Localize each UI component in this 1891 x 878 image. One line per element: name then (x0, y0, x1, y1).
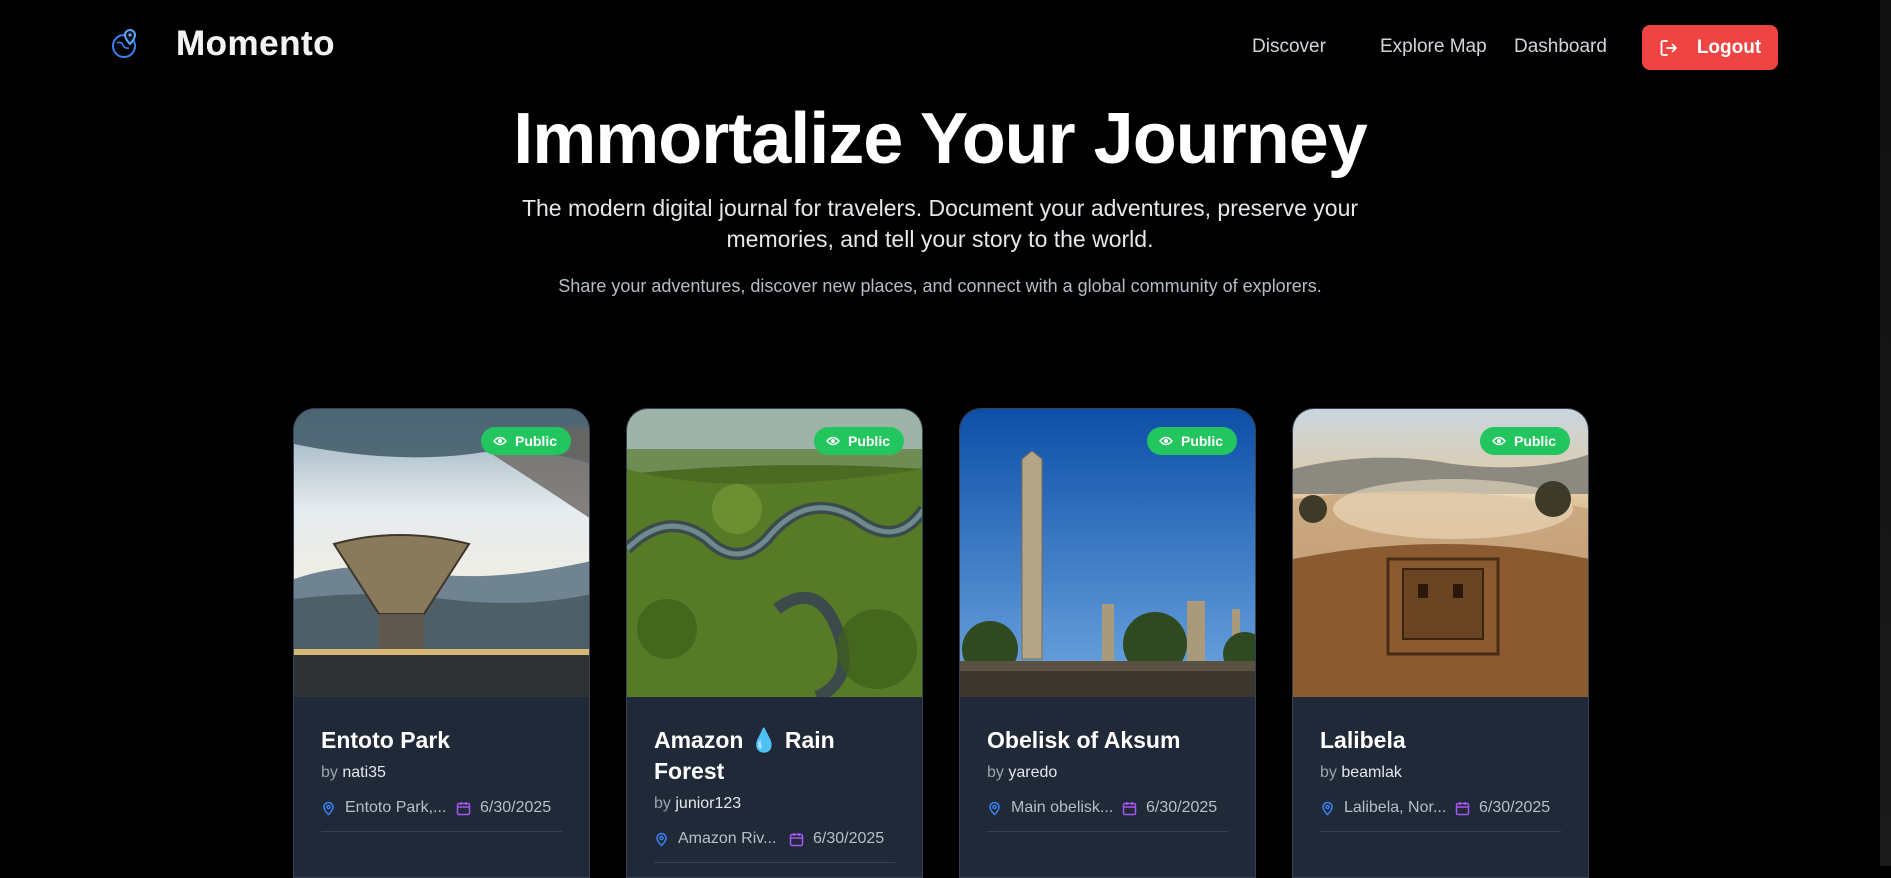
card-date: 6/30/2025 (1479, 799, 1551, 816)
journal-card[interactable]: Public Obelisk of Aksum by yaredo Main o… (959, 408, 1256, 878)
card-location: Main obelisk... (1011, 799, 1114, 816)
journal-card[interactable]: Public Entoto Park by nati35 Entoto Park… (293, 408, 590, 878)
location-pin-icon (1322, 801, 1333, 816)
calendar-icon (1122, 801, 1137, 815)
card-author: by yaredo (987, 764, 1228, 782)
brand[interactable]: Momento (108, 24, 335, 64)
logout-label: Logout (1696, 36, 1762, 58)
card-date: 6/30/2025 (480, 799, 552, 816)
brand-name: Momento (176, 24, 336, 63)
location-pin-icon (656, 832, 667, 847)
card-location: Entoto Park,... (345, 799, 447, 816)
calendar-icon (456, 801, 471, 815)
visibility-badge: Public (1146, 427, 1237, 455)
author-name[interactable]: nati35 (342, 764, 386, 781)
card-title[interactable]: Amazon 💧 Rain Forest (654, 725, 895, 787)
logo-icon (112, 28, 137, 58)
divider (654, 862, 895, 863)
by-label: by (1320, 764, 1337, 781)
author-name[interactable]: yaredo (1008, 764, 1057, 781)
logout-button[interactable]: Logout (1642, 25, 1778, 70)
top-nav: Momento Discover Explore Map Dashboard L… (0, 0, 1891, 96)
card-meta: Lalibela, Nor... 6/30/2025 (1320, 799, 1561, 817)
card-meta: Main obelisk... 6/30/2025 (987, 799, 1228, 817)
scrollbar[interactable] (1880, 0, 1891, 866)
eye-icon (826, 436, 840, 446)
badge-label: Public (847, 433, 890, 449)
author-name[interactable]: beamlak (1341, 764, 1401, 781)
divider (321, 831, 562, 832)
eye-icon (493, 436, 507, 446)
location-pin-icon (989, 801, 1000, 816)
card-date: 6/30/2025 (1146, 799, 1218, 816)
hero-subtitle: The modern digital journal for travelers… (521, 195, 1359, 252)
card-author: by junior123 (654, 795, 895, 813)
divider (987, 831, 1228, 832)
visibility-badge: Public (1479, 427, 1570, 455)
author-name[interactable]: junior123 (675, 795, 741, 812)
visibility-badge: Public (480, 427, 571, 455)
card-author: by beamlak (1320, 764, 1561, 782)
card-title[interactable]: Lalibela (1320, 725, 1561, 756)
eye-icon (1159, 436, 1173, 446)
journal-card[interactable]: Public Lalibela by beamlak Lalibela, Nor… (1292, 408, 1589, 878)
by-label: by (321, 764, 338, 781)
card-date: 6/30/2025 (813, 830, 885, 847)
card-image-aksum: Public (960, 409, 1255, 697)
card-title[interactable]: Entoto Park (321, 725, 562, 756)
card-meta: Entoto Park,... 6/30/2025 (321, 799, 562, 817)
calendar-icon (789, 832, 804, 846)
card-location: Lalibela, Nor... (1344, 799, 1447, 816)
nav-link-dashboard[interactable]: Dashboard (1514, 36, 1607, 58)
hero-title: Immortalize Your Journey (513, 99, 1368, 179)
card-image-lalibela: Public (1293, 409, 1588, 697)
logout-icon (1660, 39, 1677, 56)
hero-tagline: Share your adventures, discover new plac… (558, 276, 1322, 296)
badge-label: Public (1180, 433, 1223, 449)
by-label: by (654, 795, 671, 812)
location-pin-icon (323, 801, 334, 816)
card-title[interactable]: Obelisk of Aksum (987, 725, 1228, 756)
nav-link-discover[interactable]: Discover (1252, 36, 1326, 58)
card-location: Amazon Riv... (678, 830, 777, 847)
badge-label: Public (514, 433, 557, 449)
journal-card[interactable]: Public Amazon 💧 Rain Forest by junior123… (626, 408, 923, 878)
card-image-amazon: Public (627, 409, 922, 697)
eye-icon (1492, 436, 1506, 446)
nav-link-explore-map[interactable]: Explore Map (1380, 36, 1487, 58)
by-label: by (987, 764, 1004, 781)
card-meta: Amazon Riv... 6/30/2025 (654, 830, 895, 848)
calendar-icon (1455, 801, 1470, 815)
card-author: by nati35 (321, 764, 562, 782)
card-image-entoto: Public (294, 409, 589, 697)
visibility-badge: Public (813, 427, 904, 455)
divider (1320, 831, 1561, 832)
badge-label: Public (1513, 433, 1556, 449)
